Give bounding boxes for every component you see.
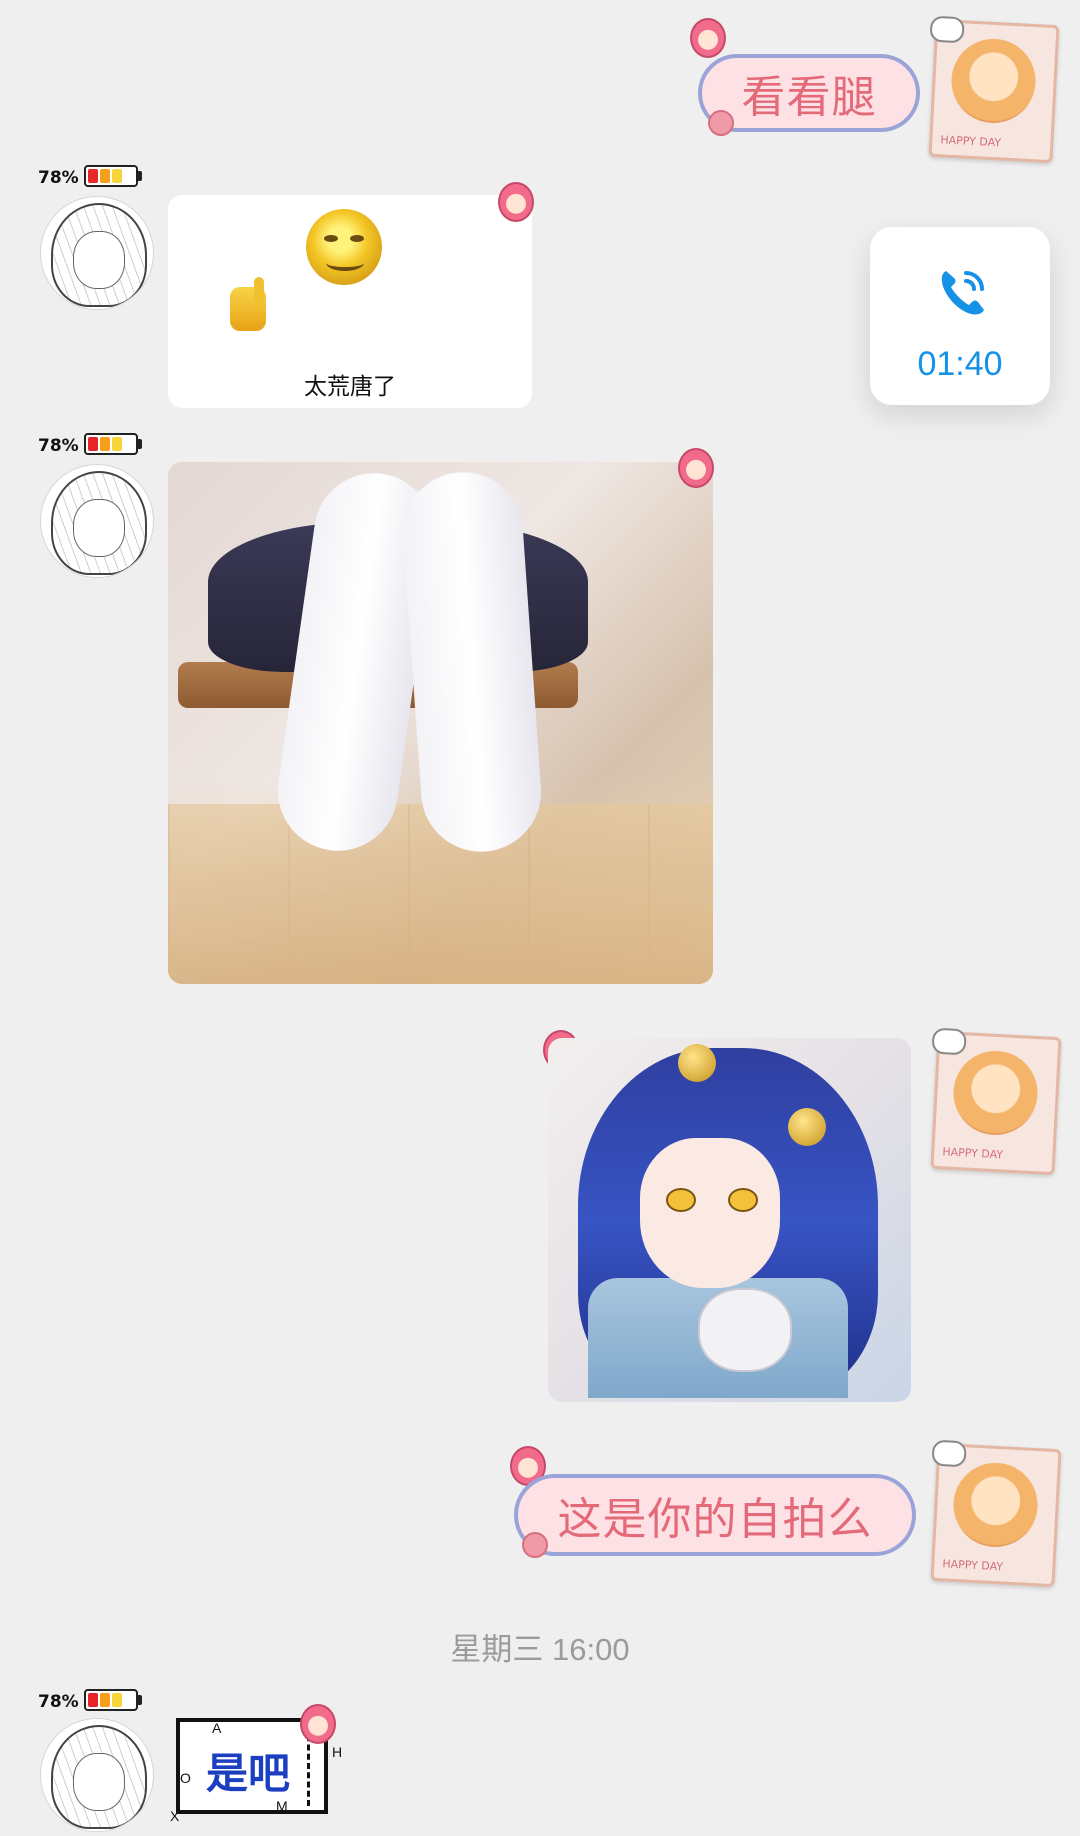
axis-label: M [276, 1798, 288, 1814]
chat-view: 看看腿 HAPPY DAY 78% 太荒唐了 01:40 78% HAPPY D… [0, 0, 1080, 1836]
cloud-icon [931, 1027, 967, 1056]
outgoing-bubble[interactable]: 这是你的自拍么 [514, 1474, 916, 1556]
message-text: 看看腿 [741, 73, 877, 122]
axis-label: H [332, 1744, 343, 1760]
avatar-caption: HAPPY DAY [942, 1557, 1004, 1574]
message-text: 这是你的自拍么 [557, 1495, 873, 1544]
call-duration: 01:40 [917, 345, 1003, 383]
sticker-icon [678, 448, 714, 488]
meme-image[interactable]: 太荒唐了 [168, 195, 532, 408]
axis-label: O [180, 1770, 191, 1786]
smiley-icon [306, 209, 382, 285]
battery-icon [84, 433, 142, 455]
contact-avatar[interactable] [40, 1718, 154, 1832]
bow-icon [708, 110, 734, 136]
axis-label: X [170, 1808, 180, 1824]
timestamp: 星期三 16:00 [450, 1632, 630, 1667]
battery-icon [84, 165, 142, 187]
phone-icon [941, 271, 984, 315]
battery-percent: 78% [38, 168, 79, 188]
sticker-icon [690, 18, 726, 58]
avatar-face [951, 1048, 1040, 1138]
battery-percent: 78% [38, 1692, 79, 1712]
avatar-caption: HAPPY DAY [940, 133, 1002, 150]
battery-percent: 78% [38, 436, 79, 456]
sticker-text: 是吧 [206, 1749, 291, 1798]
avatar-caption: HAPPY DAY [942, 1145, 1004, 1162]
meme-caption: 太荒唐了 [304, 374, 396, 400]
axis-label: A [212, 1720, 222, 1736]
avatar-face [951, 1460, 1040, 1550]
sticker-icon [300, 1704, 336, 1744]
battery-icon [84, 1689, 142, 1711]
sticker-icon [498, 182, 534, 222]
self-avatar[interactable]: HAPPY DAY [930, 1027, 1062, 1176]
self-avatar[interactable]: HAPPY DAY [928, 15, 1060, 164]
avatar-face [949, 36, 1038, 126]
bow-icon [522, 1532, 548, 1558]
voice-call-record[interactable]: 01:40 [870, 227, 1050, 405]
contact-avatar[interactable] [40, 464, 154, 578]
self-avatar[interactable]: HAPPY DAY [930, 1439, 1062, 1588]
photo-image[interactable] [168, 462, 713, 984]
selfie-image[interactable] [548, 1038, 911, 1402]
contact-avatar[interactable] [40, 196, 154, 310]
cloud-icon [931, 1439, 967, 1468]
cloud-icon [929, 15, 965, 44]
